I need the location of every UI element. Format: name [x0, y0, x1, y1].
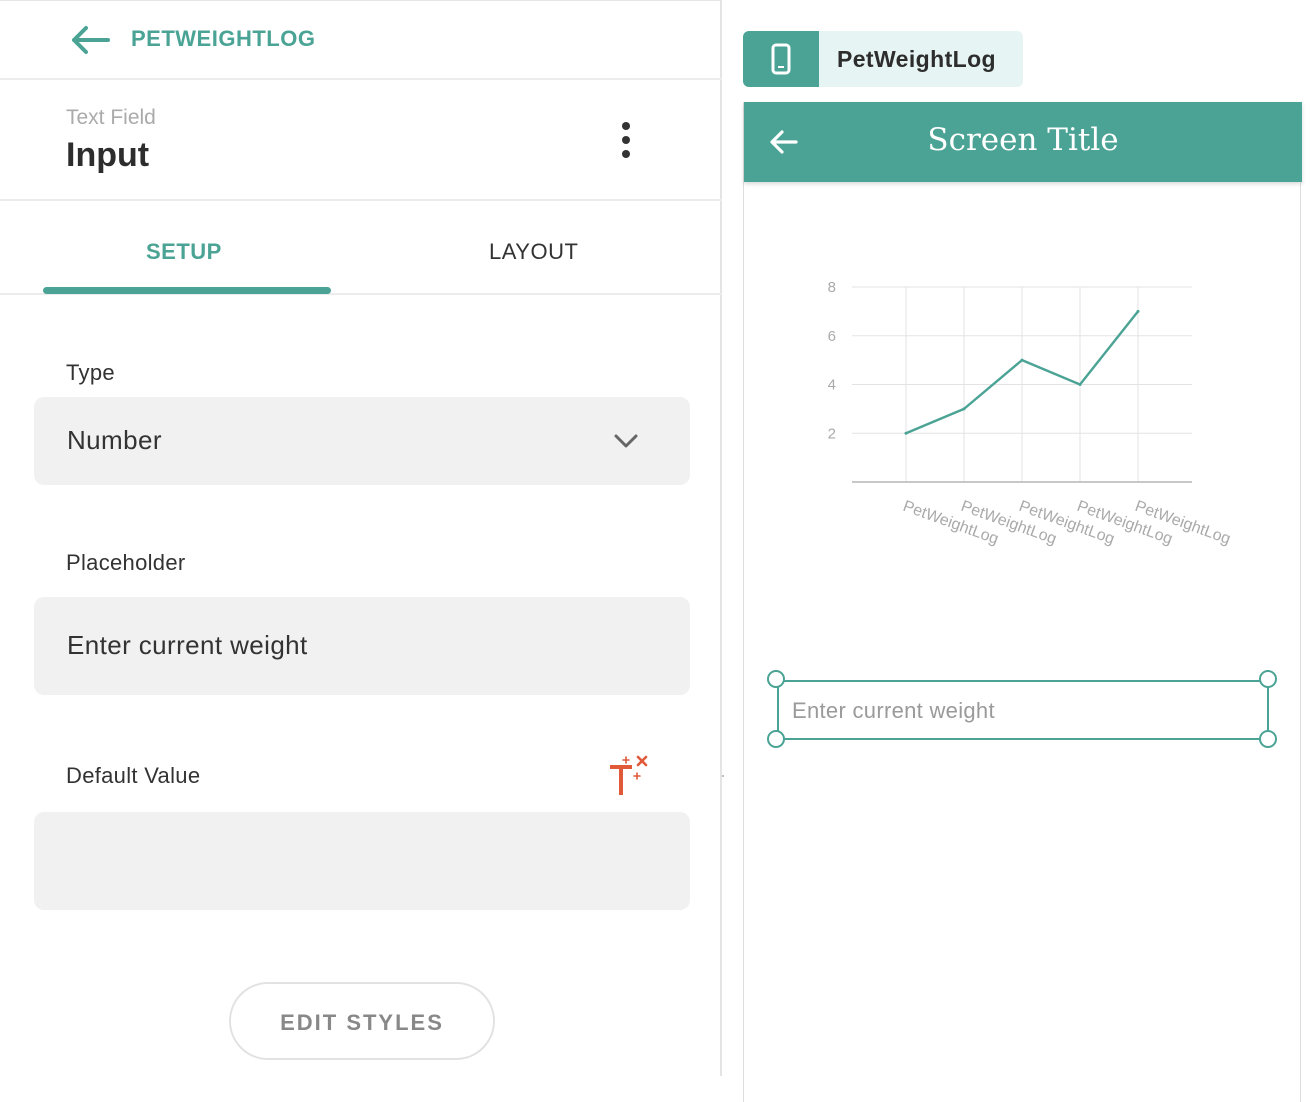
text-field-box[interactable]: Enter current weight	[777, 680, 1269, 740]
data-point	[1078, 383, 1082, 386]
text-field-placeholder: Enter current weight	[792, 698, 995, 723]
y-tick-label: 8	[828, 279, 836, 296]
chevron-down-icon	[614, 434, 638, 448]
y-tick-label: 2	[828, 425, 836, 442]
y-tick-label: 4	[828, 377, 836, 394]
resize-handle-bottom-left[interactable]	[767, 730, 785, 748]
back-link-label[interactable]: PETWEIGHTLOG	[131, 26, 315, 52]
component-header: Text Field Input	[0, 80, 722, 201]
placeholder-input-value: Enter current weight	[67, 630, 308, 660]
default-value-label: Default Value	[66, 763, 201, 788]
data-point	[1136, 309, 1140, 313]
phone-icon-container	[743, 31, 819, 87]
type-select-value: Number	[67, 425, 162, 455]
screen-name: PetWeightLog	[837, 46, 996, 72]
resize-handle-bottom-right[interactable]	[1259, 730, 1277, 748]
type-label: Type	[66, 360, 115, 385]
active-tab-indicator	[43, 287, 331, 294]
placeholder-input[interactable]: Enter current weight	[34, 597, 690, 695]
resize-handle-top-left[interactable]	[767, 670, 785, 688]
canvas-preview: PetWeightLog Screen Title 2 4 6 8 PetWeightL…	[724, 0, 1312, 1102]
back-navigation-row: PETWEIGHTLOG	[0, 1, 722, 80]
data-point	[904, 431, 908, 435]
component-type-label: Text Field	[66, 106, 156, 129]
tab-setup[interactable]: SETUP	[146, 239, 222, 265]
arrow-left-icon[interactable]	[68, 23, 112, 57]
device-frame: Screen Title 2 4 6 8 PetWeightLog PetWeightLo…	[743, 102, 1302, 1102]
y-tick-label: 6	[828, 328, 836, 345]
type-select[interactable]: Number	[34, 397, 690, 485]
data-point	[1020, 358, 1024, 362]
resize-handle-top-right[interactable]	[1259, 670, 1277, 688]
default-value-input[interactable]	[34, 812, 690, 910]
text-field-preview[interactable]: Enter current weight	[767, 670, 1277, 748]
phone-icon	[771, 43, 791, 75]
placeholder-label: Placeholder	[66, 550, 186, 575]
app-bar[interactable]: Screen Title	[744, 102, 1302, 182]
kebab-menu-icon[interactable]	[610, 120, 642, 160]
screen-selector[interactable]: PetWeightLog	[743, 31, 1023, 87]
edit-styles-label: EDIT STYLES	[280, 1010, 444, 1035]
line-chart[interactable]: 2468PetWeightLogPetWeightLogPetWeightLog…	[744, 262, 1302, 562]
component-name: Input	[66, 136, 150, 174]
component-properties-panel: PETWEIGHTLOG Text Field Input SETUP LAYO…	[0, 0, 722, 1076]
screen-title: Screen Title	[927, 122, 1119, 158]
properties-tabs: SETUP LAYOUT	[0, 201, 722, 295]
edit-styles-button[interactable]: EDIT STYLES	[229, 982, 495, 1060]
data-point	[962, 407, 966, 411]
magic-text-icon[interactable]	[606, 753, 652, 799]
tab-layout[interactable]: LAYOUT	[489, 239, 578, 265]
